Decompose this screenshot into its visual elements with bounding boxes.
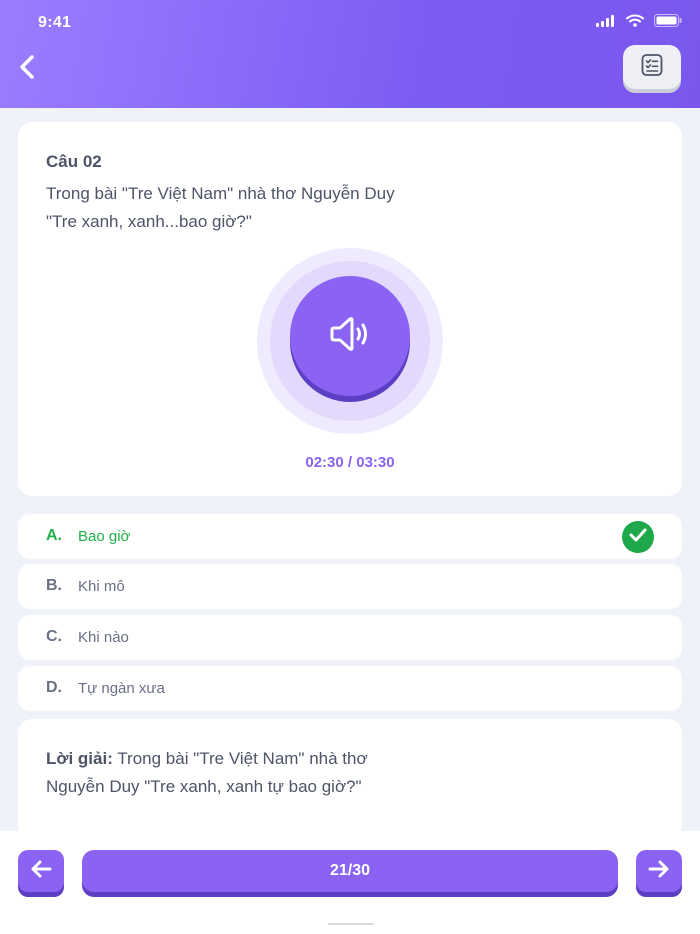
battery-icon (654, 14, 682, 32)
option-letter: C. (46, 628, 62, 645)
solution-text: Lời giải: Trong bài "Tre Việt Nam" nhà t… (46, 745, 426, 801)
audio-player (257, 248, 443, 434)
arrow-right-icon (647, 859, 671, 884)
checklist-icon (640, 53, 664, 82)
signal-icon (596, 14, 616, 32)
option-text: Khi nào (78, 629, 129, 646)
option-letter: D. (46, 679, 62, 696)
option-a[interactable]: A. Bao giờ (18, 514, 682, 559)
option-letter: A. (46, 527, 62, 544)
next-button[interactable] (636, 850, 682, 892)
option-text: Tự ngàn xưa (78, 680, 165, 697)
question-progress: 21/30 (82, 850, 618, 892)
wifi-icon (626, 14, 644, 32)
correct-badge (622, 521, 654, 553)
play-audio-button[interactable] (290, 276, 410, 396)
home-indicator (328, 923, 374, 925)
option-c[interactable]: C. Khi nào (18, 615, 682, 660)
question-number: Câu 02 (46, 152, 102, 171)
audio-ring (270, 261, 430, 421)
option-letter: B. (46, 577, 62, 594)
check-icon (629, 528, 647, 547)
question-text: Trong bài "Tre Việt Nam" nhà thơ Nguyễn … (46, 184, 395, 231)
footer: 21/30 (0, 831, 700, 934)
solution-card: Lời giải: Trong bài "Tre Việt Nam" nhà t… (18, 719, 682, 839)
chevron-left-icon (18, 54, 36, 85)
question-list-button[interactable] (623, 45, 681, 89)
speaker-icon (328, 314, 372, 359)
arrow-left-icon (29, 859, 53, 884)
option-d[interactable]: D. Tự ngàn xưa (18, 666, 682, 711)
status-icons (596, 14, 682, 32)
solution-label: Lời giải: (46, 749, 113, 768)
back-button[interactable] (12, 52, 42, 86)
status-time: 9:41 (38, 14, 72, 31)
option-text: Bao giờ (78, 528, 131, 545)
audio-time: 02:30 / 03:30 (305, 454, 395, 471)
option-b[interactable]: B. Khi mô (18, 564, 682, 609)
previous-button[interactable] (18, 850, 64, 892)
header: 9:41 (0, 0, 700, 108)
question-card: Câu 02 Trong bài "Tre Việt Nam" nhà thơ … (18, 122, 682, 496)
option-text: Khi mô (78, 578, 125, 595)
